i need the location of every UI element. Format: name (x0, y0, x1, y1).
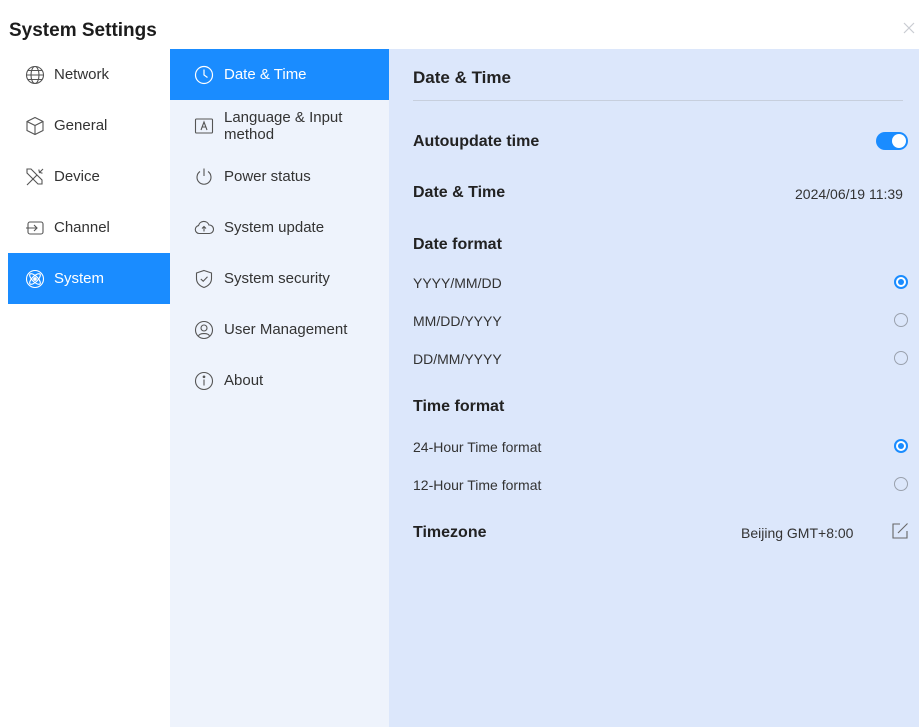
subnav-item-label: System update (224, 219, 325, 236)
sidebar-item-network[interactable]: Network (8, 49, 170, 100)
date-format-option-label: YYYY/MM/DD (413, 275, 502, 291)
timezone-label: Timezone (413, 524, 487, 541)
sidebar-item-device[interactable]: Device (8, 151, 170, 202)
cloud-upload-icon (194, 218, 214, 238)
window-title: System Settings (9, 20, 157, 41)
sidebar-item-general[interactable]: General (8, 100, 170, 151)
sidebar-item-label: General (54, 117, 108, 134)
datetime-value[interactable]: 2024/06/19 11:39 (795, 186, 903, 202)
subnav-item-label: Language & Input method (224, 108, 343, 143)
time-format-label: Time format (413, 398, 505, 415)
time-format-option-label: 24-Hour Time format (413, 439, 542, 455)
date-format-label: Date format (413, 236, 502, 253)
clock-icon (194, 65, 214, 85)
sidebar-item-channel[interactable]: Channel (8, 202, 170, 253)
timezone-value: Beijing GMT+8:00 (741, 525, 854, 541)
toggle-knob (892, 134, 906, 148)
date-format-option-label: DD/MM/YYYY (413, 351, 502, 367)
subnav-item-label: System security (224, 270, 330, 287)
info-icon (194, 371, 214, 391)
keyboard-a-icon (194, 116, 214, 136)
autoupdate-label: Autoupdate time (413, 133, 540, 150)
title-bar: System Settings (8, 10, 919, 49)
sidebar-item-label: Device (54, 168, 100, 185)
date-time-panel: Date & Time Autoupdate time Date & Time … (389, 49, 919, 727)
close-icon[interactable] (901, 20, 917, 36)
globe-icon (25, 65, 45, 85)
subnav-item-power-status[interactable]: Power status (170, 151, 389, 202)
subnav-item-date-time[interactable]: Date & Time (170, 49, 389, 100)
secondary-sidebar: Date & Time Language & Input method Powe… (170, 49, 389, 727)
date-format-radio-mm-dd-yyyy[interactable] (894, 313, 908, 327)
tools-icon (25, 167, 45, 187)
subnav-item-user-management[interactable]: User Management (170, 304, 389, 355)
datetime-label: Date & Time (413, 184, 506, 201)
sidebar-item-system[interactable]: System (8, 253, 170, 304)
subnav-item-about[interactable]: About (170, 355, 389, 406)
power-icon (194, 167, 214, 187)
user-icon (194, 320, 214, 340)
shield-check-icon (194, 269, 214, 289)
subnav-item-language-input[interactable]: Language & Input method (170, 100, 389, 151)
time-format-radio-24h[interactable] (894, 439, 908, 453)
sidebar-item-label: Channel (54, 219, 110, 236)
subnav-item-label: About (224, 372, 264, 389)
section-title: Date & Time (413, 68, 511, 87)
time-format-radio-12h[interactable] (894, 477, 908, 491)
subnav-item-system-update[interactable]: System update (170, 202, 389, 253)
date-format-radio-dd-mm-yyyy[interactable] (894, 351, 908, 365)
date-format-radio-yyyy-mm-dd[interactable] (894, 275, 908, 289)
settings-window: System Settings Network General Device C… (8, 10, 919, 727)
cube-icon (25, 116, 45, 136)
subnav-item-system-security[interactable]: System security (170, 253, 389, 304)
autoupdate-toggle[interactable] (876, 132, 908, 150)
atom-icon (25, 269, 45, 289)
primary-sidebar: Network General Device Channel System (8, 49, 170, 727)
input-source-icon (25, 218, 45, 238)
time-format-option-label: 12-Hour Time format (413, 477, 542, 493)
section-divider (413, 100, 903, 101)
subnav-item-label: Power status (224, 168, 311, 185)
sidebar-item-label: Network (54, 66, 110, 83)
edit-icon[interactable] (891, 522, 909, 540)
date-format-option-label: MM/DD/YYYY (413, 313, 502, 329)
subnav-item-label: Date & Time (224, 66, 307, 83)
sidebar-item-label: System (54, 270, 105, 287)
subnav-item-label: User Management (224, 321, 348, 338)
